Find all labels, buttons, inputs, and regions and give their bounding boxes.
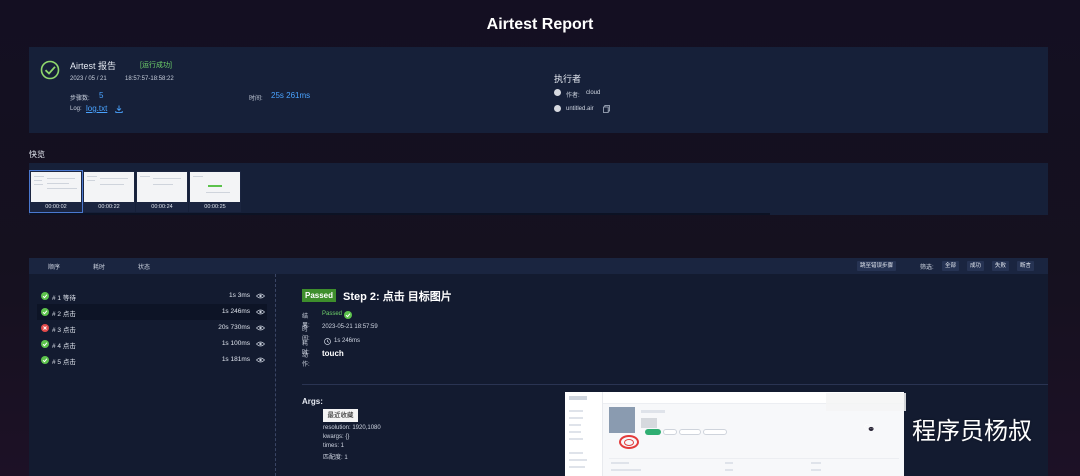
- arg-resolution: resolution: 1920,1080: [323, 425, 381, 431]
- step-name: # 4 点击: [52, 343, 76, 350]
- cost-value: 1s 246ms: [334, 338, 361, 344]
- step-row[interactable]: # 4 点击 1s 100ms: [37, 336, 267, 352]
- fail-icon: [41, 324, 49, 332]
- jump-error-button[interactable]: 跳至错误步骤: [857, 261, 897, 271]
- passed-badge: Passed: [302, 289, 337, 302]
- overview-label: 快览: [29, 150, 45, 159]
- step-title: Step 2: 点击 目标图片: [343, 291, 452, 303]
- result-check-icon: [344, 311, 352, 319]
- arg-times: times: 1: [323, 443, 345, 449]
- thumbnail[interactable]: 00:00:22: [83, 171, 135, 212]
- thumbnail-time: 00:00:02: [45, 204, 67, 210]
- success-icon: [41, 308, 49, 316]
- thumbnail-image: [190, 172, 240, 202]
- thumbnail[interactable]: 00:00:24: [136, 171, 188, 212]
- step-row[interactable]: # 1 等待 1s 3ms: [37, 288, 267, 304]
- target-image: 最近收藏: [323, 409, 358, 422]
- duration-label: 时间:: [249, 96, 263, 102]
- thumbnail-image: [84, 172, 134, 202]
- copy-icon[interactable]: [603, 105, 610, 113]
- eye-icon[interactable]: [256, 293, 265, 299]
- report-name: Airtest 报告: [70, 61, 117, 71]
- overview-panel: 00:00:02 00:00:22 00:00:24 00:00:25: [29, 163, 1048, 215]
- steps-count-label: 步骤数:: [70, 96, 90, 102]
- action-label: 动作:: [302, 353, 310, 368]
- log-label: Log:: [70, 106, 82, 112]
- thumbnail-time: 00:00:25: [204, 204, 226, 210]
- step-name: # 1 等待: [52, 295, 76, 302]
- filter-fail-button[interactable]: 失败: [992, 261, 1010, 271]
- step-time: 1s 181ms: [221, 356, 250, 363]
- success-check-icon: [40, 60, 60, 80]
- step-name: # 3 点击: [52, 327, 76, 334]
- detail-separator: [302, 384, 1048, 385]
- step-row[interactable]: # 2 点击 1s 246ms: [37, 304, 267, 320]
- success-icon: [41, 356, 49, 364]
- step-name: # 5 点击: [52, 359, 76, 366]
- arg-kwargs: kwargs: {}: [323, 434, 350, 440]
- wechat-logo-icon: [864, 424, 875, 432]
- eye-icon[interactable]: [256, 325, 265, 331]
- step-time: 1s 246ms: [221, 308, 250, 315]
- author-label: 作者:: [566, 93, 580, 99]
- run-date: 2023 / 05 / 21: [70, 76, 107, 82]
- author-value: cloud: [586, 90, 601, 96]
- summary-panel: Airtest 报告 [运行成功] 2023 / 05 / 21 18:57:5…: [29, 47, 1048, 133]
- step-list: # 1 等待 1s 3ms # 2 点击 1s 246ms # 3 点击 20s…: [37, 288, 267, 368]
- thumbnail-time: 00:00:22: [98, 204, 120, 210]
- clock-icon: [324, 338, 331, 345]
- args-label: Args:: [302, 397, 323, 406]
- click-target-inner: [624, 439, 634, 446]
- steps-header: 顺序 耗时 状态 跳至错误步骤 筛选: 全部 成功 失败 断言: [29, 258, 1048, 274]
- executor-title: 执行者: [554, 74, 582, 84]
- thumbnail-image: [137, 172, 187, 202]
- run-time-range: 18:57:57-18:58:22: [125, 76, 174, 82]
- action-value: touch: [322, 349, 344, 358]
- thumbnail-time: 00:00:24: [151, 204, 173, 210]
- col-status[interactable]: 状态: [138, 262, 150, 271]
- run-status: [运行成功]: [140, 62, 172, 69]
- thumbnail-image: [31, 172, 81, 202]
- result-value: Passed: [322, 311, 343, 317]
- author-dot-icon: [554, 89, 561, 96]
- eye-icon[interactable]: [256, 341, 265, 347]
- step-row[interactable]: # 5 点击 1s 181ms: [37, 352, 267, 368]
- panel-divider: [275, 274, 276, 476]
- eye-icon[interactable]: [256, 357, 265, 363]
- report-title: Airtest Report: [486, 16, 594, 33]
- filter-all-button[interactable]: 全部: [942, 261, 960, 271]
- thumbnail[interactable]: 00:00:02: [29, 170, 83, 213]
- step-row[interactable]: # 3 点击 20s 730ms: [37, 320, 267, 336]
- step-time: 1s 100ms: [221, 340, 250, 347]
- step-name: # 2 点击: [52, 311, 76, 318]
- filter-assert-button[interactable]: 断言: [1017, 261, 1035, 271]
- filter-success-button[interactable]: 成功: [967, 261, 985, 271]
- overview-scrollbar[interactable]: [30, 213, 770, 215]
- step-time: 20s 730ms: [218, 324, 250, 331]
- script-dot-icon: [554, 105, 561, 112]
- arg-threshold: 匹配度: 1: [323, 455, 348, 461]
- script-name: untitled.air: [566, 106, 594, 112]
- screenshot-sidebar: [565, 392, 603, 476]
- duration-value: 25s 261ms: [271, 91, 311, 100]
- step-time: 1s 3ms: [229, 292, 250, 299]
- filter-label: 筛选:: [920, 265, 934, 271]
- success-icon: [41, 292, 49, 300]
- download-icon[interactable]: [115, 105, 123, 113]
- watermark-text: 程序员杨叔: [912, 417, 1032, 445]
- eye-icon[interactable]: [256, 309, 265, 315]
- log-link[interactable]: log.txt: [86, 104, 107, 113]
- thumbnail[interactable]: 00:00:25: [189, 171, 241, 212]
- col-duration[interactable]: 耗时: [93, 262, 105, 271]
- success-icon: [41, 340, 49, 348]
- time-value: 2023-05-21 18:57:59: [322, 324, 378, 330]
- col-order[interactable]: 顺序: [48, 262, 60, 271]
- steps-count-value: 5: [99, 91, 104, 100]
